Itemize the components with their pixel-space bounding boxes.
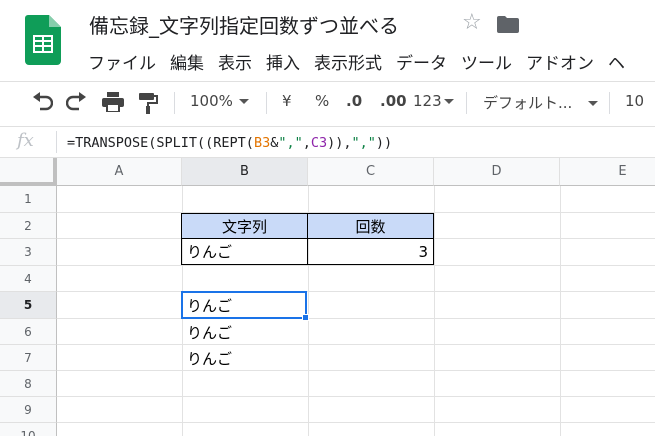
menu-insert[interactable]: 挿入 bbox=[266, 49, 300, 74]
document-title[interactable]: 備忘録_文字列指定回数ずつ並べる bbox=[89, 10, 399, 39]
toolbar-divider bbox=[609, 92, 610, 114]
grid-line bbox=[57, 370, 655, 371]
percent-format-button[interactable]: % bbox=[315, 92, 329, 110]
chevron-down-icon bbox=[238, 99, 249, 104]
formula-string: "," bbox=[351, 135, 376, 151]
formula-text: )), bbox=[327, 135, 352, 151]
currency-format-button[interactable]: ¥ bbox=[282, 92, 292, 110]
grid-line bbox=[57, 396, 655, 397]
grid-line bbox=[57, 265, 655, 266]
menu-edit[interactable]: 編集 bbox=[170, 49, 204, 74]
formula-ref-b3: B3 bbox=[253, 135, 271, 151]
active-cell-selection bbox=[181, 291, 307, 319]
fx-icon: fx bbox=[17, 130, 34, 151]
column-header-d[interactable]: D bbox=[434, 158, 560, 186]
zoom-select[interactable]: 100% bbox=[190, 92, 249, 110]
row-header-9[interactable]: 9 bbox=[0, 397, 57, 423]
row-header-3[interactable]: 3 bbox=[0, 239, 57, 266]
chevron-down-icon bbox=[443, 99, 454, 104]
cell-c3[interactable]: 3 bbox=[307, 238, 434, 265]
folder-icon[interactable] bbox=[497, 16, 519, 33]
menu-tools[interactable]: ツール bbox=[461, 49, 512, 74]
menu-addons[interactable]: アドオン bbox=[526, 49, 594, 74]
grid-line bbox=[57, 318, 655, 319]
spreadsheet-grid: A B C D E 1 2 3 4 5 6 7 8 9 10 文字列 回数 りん… bbox=[0, 158, 655, 436]
formula-input[interactable]: =TRANSPOSE(SPLIT((REPT(B3&",",C3)),",")) bbox=[67, 135, 392, 151]
cell-b6[interactable]: りんご bbox=[182, 319, 308, 345]
cell-b7[interactable]: りんご bbox=[182, 345, 308, 371]
row-header-1[interactable]: 1 bbox=[0, 186, 57, 213]
star-icon[interactable]: ☆ bbox=[462, 10, 482, 35]
select-all-corner[interactable] bbox=[0, 158, 57, 186]
row-header-6[interactable]: 6 bbox=[0, 319, 57, 345]
menu-bar: ファイル 編集 表示 挿入 表示形式 データ ツール アドオン ヘ bbox=[88, 49, 639, 74]
increase-decimal-button[interactable]: .00 bbox=[380, 92, 407, 110]
cell-b2-header[interactable]: 文字列 bbox=[181, 213, 308, 239]
menu-file[interactable]: ファイル bbox=[88, 49, 156, 74]
column-header-b[interactable]: B bbox=[182, 158, 308, 186]
column-header-e[interactable]: E bbox=[560, 158, 655, 186]
font-family-select[interactable]: デフォルト... bbox=[483, 92, 599, 113]
toolbar: 100% ¥ % .0 .00 123 デフォルト... 10 bbox=[0, 88, 655, 118]
row-header-8[interactable]: 8 bbox=[0, 371, 57, 397]
row-header-2[interactable]: 2 bbox=[0, 213, 57, 239]
font-size-select[interactable]: 10 bbox=[625, 92, 644, 110]
number-format-select[interactable]: 123 bbox=[413, 92, 454, 110]
grid-line bbox=[57, 344, 655, 345]
formula-text: , bbox=[302, 135, 311, 151]
toolbar-divider-line bbox=[0, 126, 655, 127]
menu-view[interactable]: 表示 bbox=[218, 49, 252, 74]
paint-format-icon[interactable] bbox=[138, 92, 158, 114]
chevron-down-icon bbox=[588, 101, 599, 106]
redo-icon[interactable] bbox=[66, 92, 88, 112]
formula-bar-divider bbox=[56, 131, 57, 153]
formula-string: "," bbox=[278, 135, 303, 151]
cell-c2-header[interactable]: 回数 bbox=[307, 213, 434, 239]
menu-format[interactable]: 表示形式 bbox=[314, 49, 382, 74]
grid-line bbox=[560, 186, 561, 436]
grid-line bbox=[57, 291, 655, 292]
formula-ref-c3: C3 bbox=[310, 135, 328, 151]
cell-b3[interactable]: りんご bbox=[181, 238, 308, 265]
menu-help[interactable]: ヘ bbox=[608, 49, 625, 74]
fill-handle[interactable] bbox=[302, 314, 309, 321]
undo-icon[interactable] bbox=[31, 92, 53, 112]
row-header-4[interactable]: 4 bbox=[0, 266, 57, 292]
row-header-10[interactable]: 10 bbox=[0, 423, 57, 436]
row-header-7[interactable]: 7 bbox=[0, 345, 57, 371]
header-divider bbox=[0, 81, 655, 82]
toolbar-divider bbox=[174, 92, 175, 114]
grid-line bbox=[57, 422, 655, 423]
decrease-decimal-button[interactable]: .0 bbox=[346, 92, 362, 110]
menu-data[interactable]: データ bbox=[396, 49, 447, 74]
grid-line bbox=[434, 186, 435, 436]
toolbar-divider bbox=[466, 92, 467, 114]
sheets-logo-icon[interactable] bbox=[25, 15, 61, 65]
row-header-5[interactable]: 5 bbox=[0, 292, 57, 319]
column-header-c[interactable]: C bbox=[308, 158, 434, 186]
formula-text: )) bbox=[375, 135, 393, 151]
print-icon[interactable] bbox=[102, 92, 124, 112]
column-header-a[interactable]: A bbox=[57, 158, 182, 186]
toolbar-divider bbox=[266, 92, 267, 114]
formula-text: =TRANSPOSE(SPLIT((REPT( bbox=[67, 135, 254, 151]
